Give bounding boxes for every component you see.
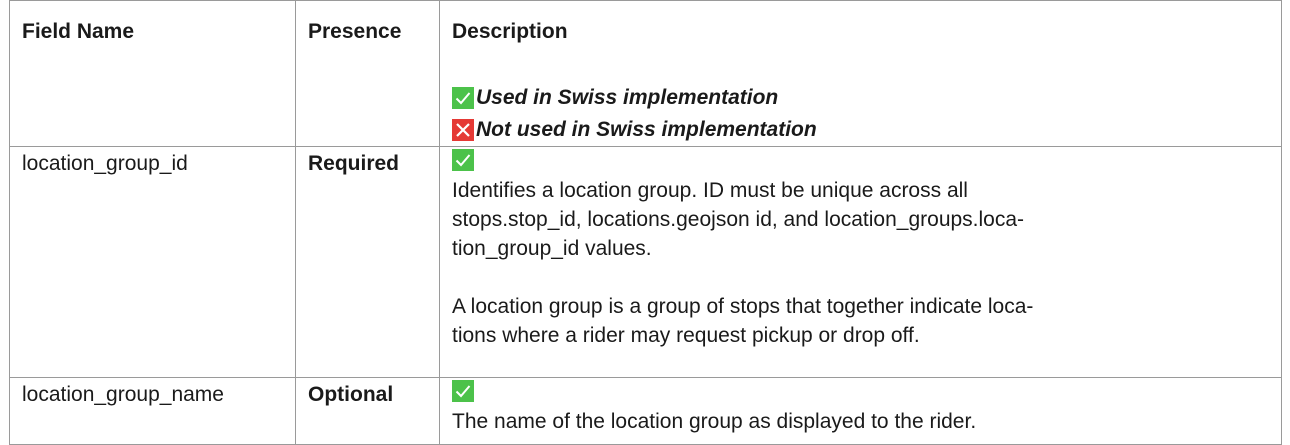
header-row: Field Name Presence Description Used in …: [9, 0, 1282, 147]
legend-used: Used in Swiss implementation: [452, 82, 1281, 114]
description-cell: Identifies a location group. ID must be …: [439, 146, 1282, 378]
header-field-name: Field Name: [9, 0, 296, 147]
legend: Used in Swiss implementation Not used in…: [452, 82, 1281, 146]
presence-cell: Optional: [295, 377, 440, 445]
description-paragraph: The name of the location group as displa…: [452, 410, 977, 433]
cross-icon: [452, 119, 474, 141]
presence-cell: Required: [295, 146, 440, 378]
spec-table: Field Name Presence Description Used in …: [9, 0, 1282, 445]
description-paragraph: Identifies a location group. ID must be …: [452, 179, 1025, 260]
header-description: Description Used in Swiss implementation…: [439, 0, 1282, 147]
header-presence: Presence: [295, 0, 440, 147]
description-paragraph: A location group is a group of stops tha…: [452, 295, 1034, 347]
check-icon: [452, 380, 474, 402]
legend-not-used: Not used in Swiss implementation: [452, 114, 1281, 146]
field-name-cell: location_group_name: [9, 377, 296, 445]
check-icon: [452, 87, 474, 109]
table-row: location_group_id Required Identifies a …: [9, 146, 1282, 378]
table-row: location_group_name Optional The name of…: [9, 377, 1282, 445]
check-icon: [452, 149, 474, 171]
field-name-cell: location_group_id: [9, 146, 296, 378]
description-cell: The name of the location group as displa…: [439, 377, 1282, 445]
